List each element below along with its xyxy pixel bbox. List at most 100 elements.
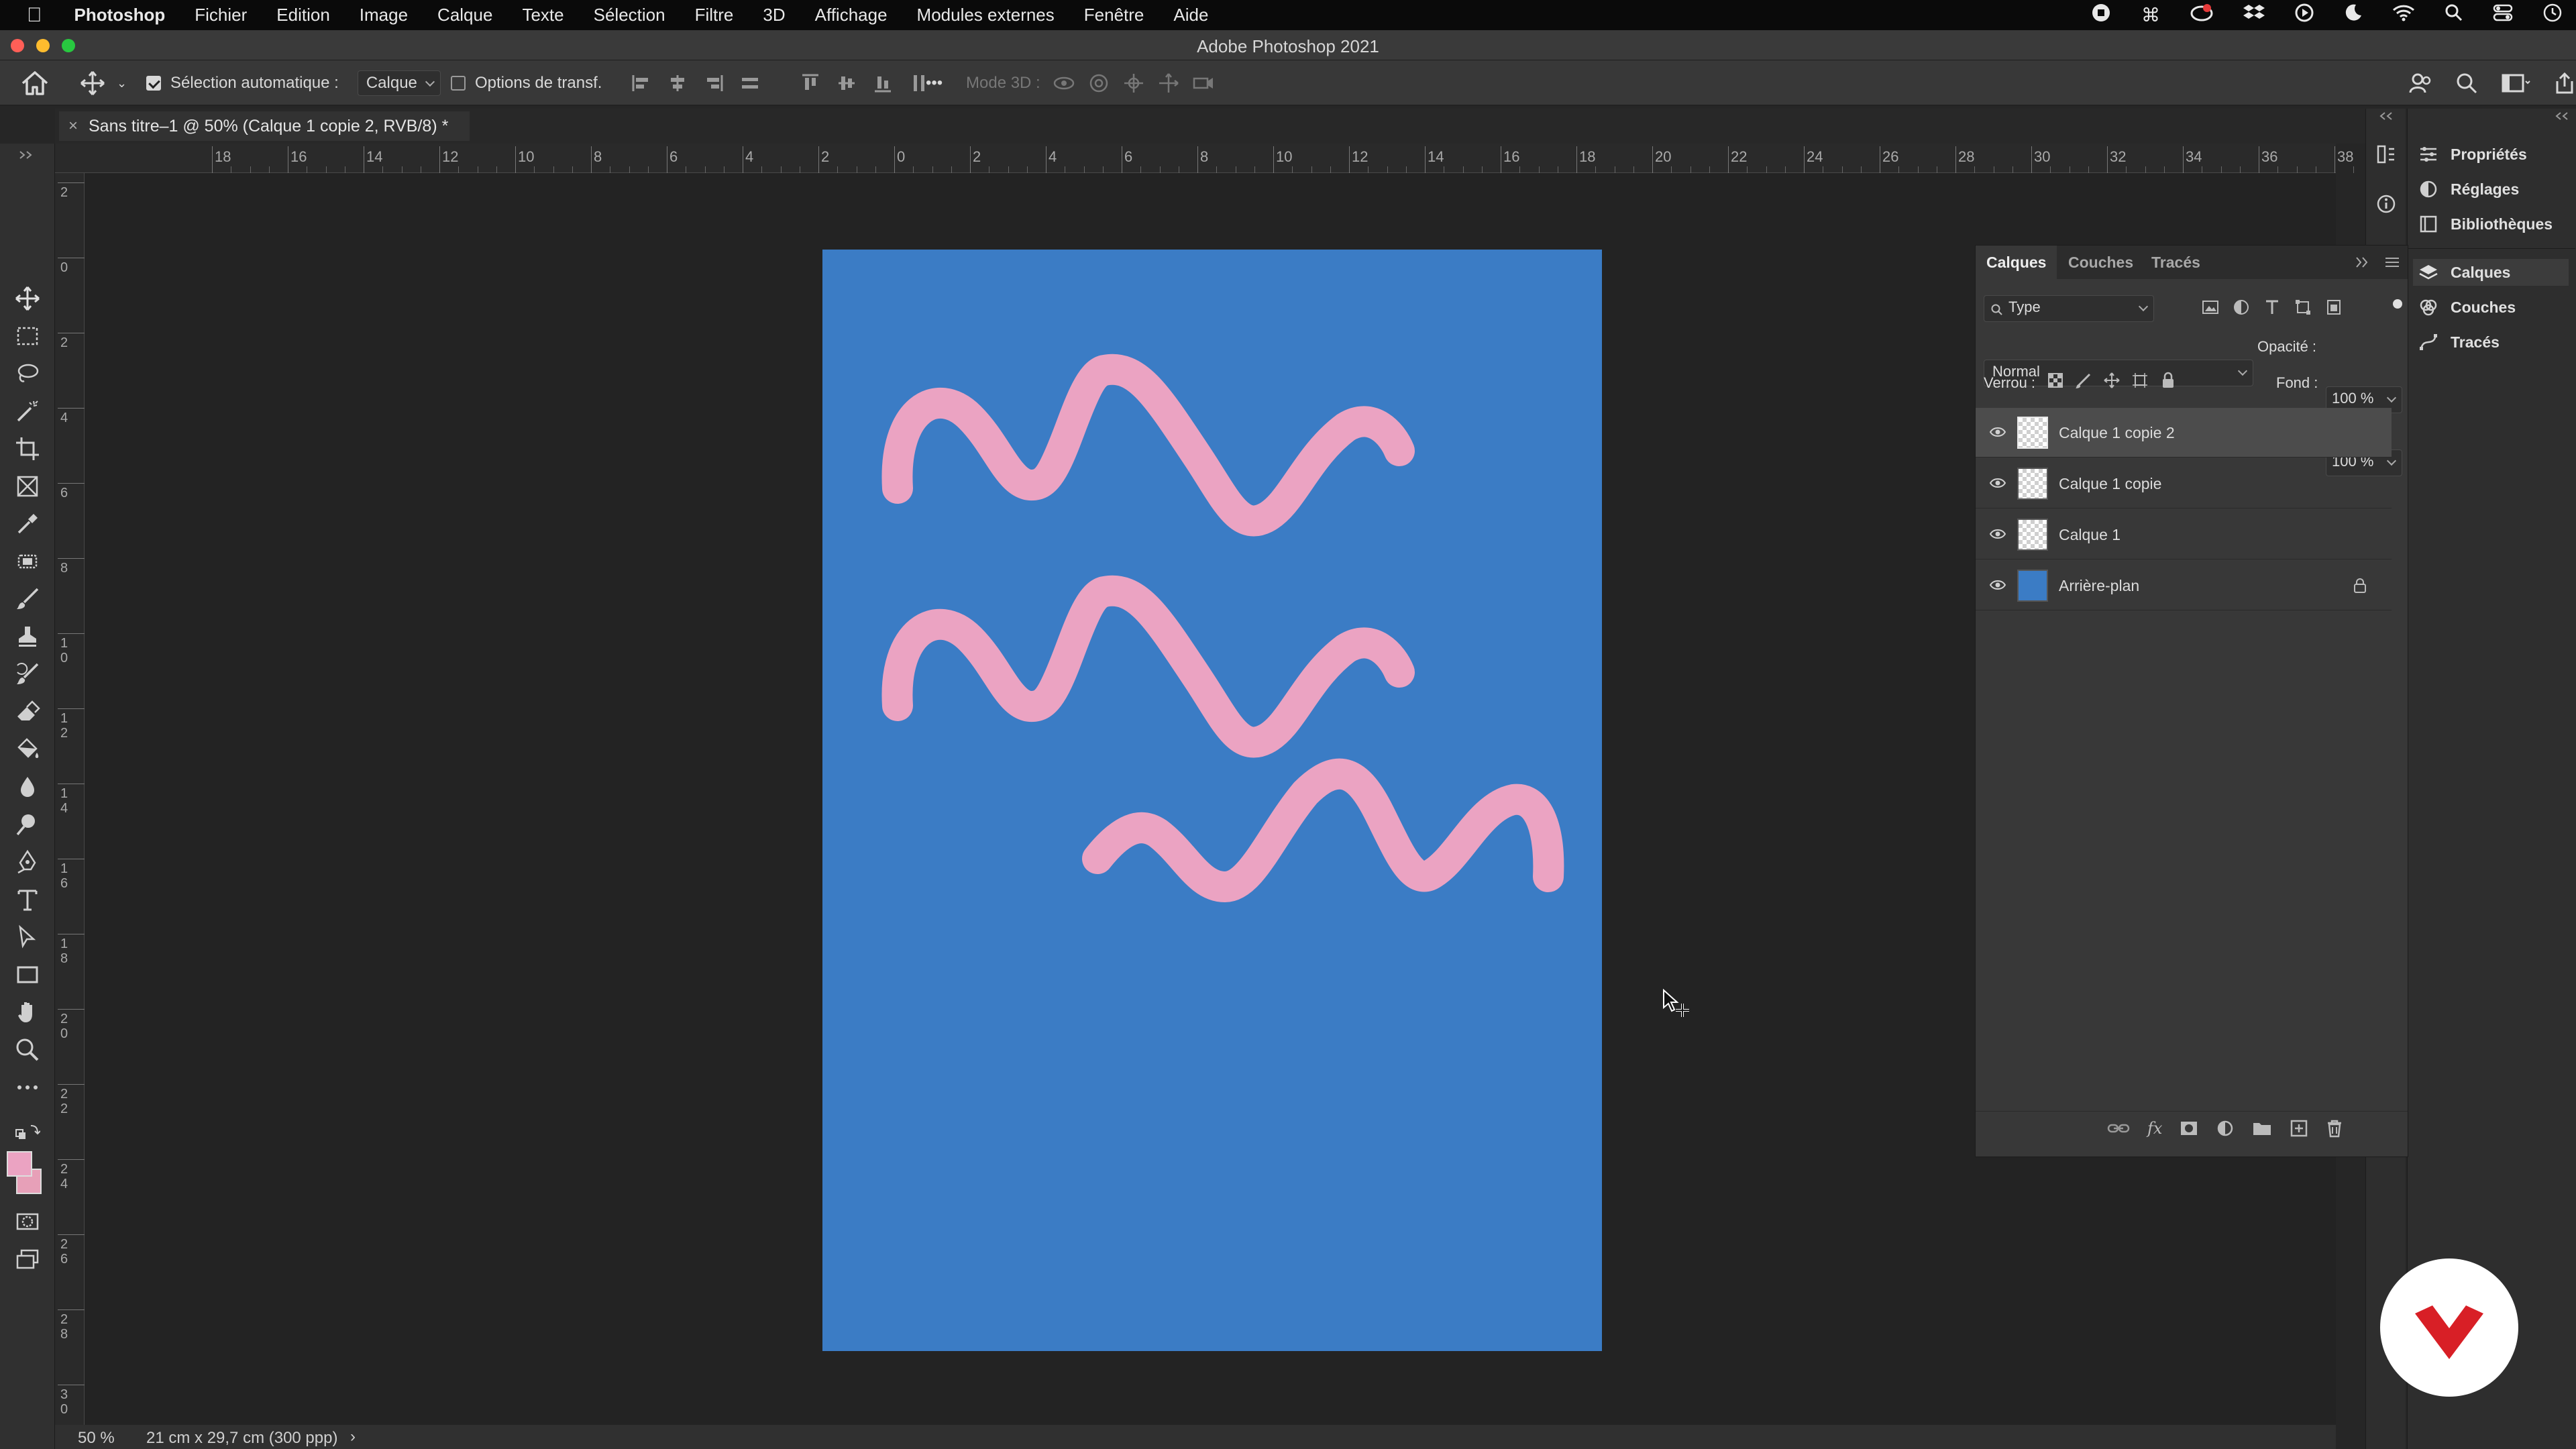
lock-artboard-icon[interactable] <box>2131 372 2149 389</box>
auto-select-checkbox[interactable] <box>146 76 161 91</box>
3d-pan-icon[interactable] <box>1122 72 1145 95</box>
layer-filter-dropdown[interactable]: Type <box>1984 295 2154 322</box>
panel-menu-icon[interactable] <box>2383 256 2401 268</box>
share-export-icon[interactable] <box>2553 72 2576 95</box>
layer-row[interactable]: Calque 1 copie <box>1976 459 2392 508</box>
menu-texte[interactable]: Texte <box>522 5 564 25</box>
strip-expand-icon[interactable] <box>2378 111 2396 121</box>
menu-affichage[interactable]: Affichage <box>815 5 888 25</box>
frame-tool-icon[interactable] <box>15 474 40 499</box>
layer-row[interactable]: Arrière-plan <box>1976 561 2392 610</box>
delete-layer-trash-icon[interactable] <box>2326 1119 2343 1138</box>
status-info-arrow[interactable]: › <box>350 1428 356 1446</box>
visibility-eye-icon[interactable] <box>1989 578 2006 592</box>
menu-image[interactable]: Image <box>360 5 408 25</box>
history-panel-icon[interactable] <box>2375 144 2397 165</box>
filter-adjustment-icon[interactable] <box>2232 298 2251 317</box>
menu-aide[interactable]: Aide <box>1173 5 1208 25</box>
foreground-color-swatch[interactable] <box>7 1151 32 1177</box>
layer-name[interactable]: Calque 1 <box>2059 526 2121 544</box>
close-tab-icon[interactable]: × <box>68 117 78 136</box>
panel-collapse-icon[interactable] <box>2355 256 2370 268</box>
crop-tool-icon[interactable] <box>15 436 40 462</box>
rectangle-tool-icon[interactable] <box>15 962 40 987</box>
layer-effects-button[interactable]: fx <box>2147 1119 2162 1138</box>
panel-reglages[interactable]: Réglages <box>2418 176 2519 203</box>
zoom-tool-icon[interactable] <box>15 1037 40 1063</box>
move-tool-icon[interactable] <box>15 286 40 311</box>
panel-traces[interactable]: Tracés <box>2418 329 2500 356</box>
visibility-eye-icon[interactable] <box>1989 425 2006 439</box>
3d-slide-icon[interactable] <box>1157 72 1180 95</box>
rectangular-marquee-tool-icon[interactable] <box>15 323 40 349</box>
zoom-level[interactable]: 50 % <box>78 1429 115 1448</box>
panel-proprietes[interactable]: Propriétés <box>2418 141 2527 168</box>
3d-camera-icon[interactable] <box>1192 72 1215 95</box>
menu-filtre[interactable]: Filtre <box>695 5 734 25</box>
filter-shape-icon[interactable] <box>2294 298 2312 317</box>
clone-stamp-tool-icon[interactable] <box>15 624 40 649</box>
tab-couches[interactable]: Couches <box>2057 246 2144 279</box>
control-center-icon[interactable] <box>2493 3 2513 27</box>
wifi-icon[interactable] <box>2392 4 2415 26</box>
new-group-folder-icon[interactable] <box>2252 1120 2272 1137</box>
blur-tool-icon[interactable] <box>15 774 40 800</box>
workspace-layout-icon[interactable] <box>2501 72 2530 95</box>
move-tool-preset-icon[interactable]: ⌄ <box>79 60 127 106</box>
align-right-icon[interactable] <box>703 72 724 94</box>
dropbox-icon[interactable] <box>2243 3 2265 28</box>
eraser-tool-icon[interactable] <box>15 699 40 724</box>
menu-calque[interactable]: Calque <box>437 5 492 25</box>
moon-icon[interactable] <box>2344 3 2363 27</box>
lock-position-icon[interactable] <box>2103 372 2121 389</box>
3d-roll-icon[interactable] <box>1087 72 1110 95</box>
visibility-eye-icon[interactable] <box>1989 527 2006 541</box>
panel-calques[interactable]: Calques <box>2413 259 2569 286</box>
align-top-icon[interactable] <box>800 72 821 94</box>
align-bottom-icon[interactable] <box>872 72 894 94</box>
filter-smart-object-icon[interactable] <box>2324 298 2343 317</box>
document-canvas[interactable] <box>822 250 1602 1351</box>
spotlight-search-icon[interactable] <box>2445 3 2463 27</box>
layer-row[interactable]: Calque 1 <box>1976 510 2392 559</box>
align-center-horizontal-icon[interactable] <box>667 72 688 94</box>
menu-modules-externes[interactable]: Modules externes <box>917 5 1055 25</box>
tab-traces[interactable]: Tracés <box>2141 246 2211 279</box>
auto-select-dropdown[interactable]: Calque <box>357 70 441 96</box>
lock-transparency-icon[interactable] <box>2047 372 2064 389</box>
add-mask-icon[interactable] <box>2180 1120 2198 1137</box>
distribute-vertical-icon[interactable] <box>739 72 761 94</box>
magic-wand-tool-icon[interactable] <box>15 398 40 424</box>
lock-pixels-icon[interactable] <box>2075 372 2092 389</box>
transform-controls-checkbox[interactable] <box>451 76 466 91</box>
share-people-icon[interactable] <box>2408 71 2432 95</box>
layer-name[interactable]: Calque 1 copie <box>2059 475 2161 493</box>
record-status-icon[interactable] <box>2090 2 2112 28</box>
new-adjustment-layer-icon[interactable] <box>2216 1119 2235 1138</box>
path-selection-tool-icon[interactable] <box>15 924 40 950</box>
info-panel-icon[interactable] <box>2375 193 2397 215</box>
brush-tool-icon[interactable] <box>15 586 40 612</box>
healing-brush-tool-icon[interactable] <box>15 549 40 574</box>
document-tab[interactable]: × Sans titre–1 @ 50% (Calque 1 copie 2, … <box>59 111 470 141</box>
lock-all-icon[interactable] <box>2159 372 2177 389</box>
pen-tool-icon[interactable] <box>15 849 40 875</box>
panel-couches[interactable]: Couches <box>2418 294 2516 321</box>
layer-name[interactable]: Arrière-plan <box>2059 577 2139 595</box>
align-left-icon[interactable] <box>631 72 652 94</box>
new-layer-icon[interactable] <box>2290 1119 2308 1138</box>
eyedropper-tool-icon[interactable] <box>15 511 40 537</box>
layer-lock-icon[interactable] <box>2353 578 2367 594</box>
apple-menu-icon[interactable]:  <box>27 4 42 27</box>
link-layers-icon[interactable] <box>2107 1120 2130 1137</box>
swap-colors-icon[interactable] <box>15 1120 40 1140</box>
paint-bucket-tool-icon[interactable] <box>15 737 40 762</box>
tab-calques[interactable]: Calques <box>1976 246 2057 279</box>
type-tool-icon[interactable] <box>15 887 40 912</box>
play-circle-icon[interactable] <box>2294 3 2314 28</box>
menu-app-photoshop[interactable]: Photoshop <box>74 5 166 25</box>
edit-toolbar-icon[interactable] <box>15 1075 40 1100</box>
menu-fichier[interactable]: Fichier <box>195 5 247 25</box>
layer-name[interactable]: Calque 1 copie 2 <box>2059 424 2175 442</box>
vertical-ruler[interactable]: 2 0 2 4 6 8 1 0 1 2 1 4 1 6 1 8 2 0 2 2 2 4 2 6 2 8 3 0 <box>55 173 85 1425</box>
